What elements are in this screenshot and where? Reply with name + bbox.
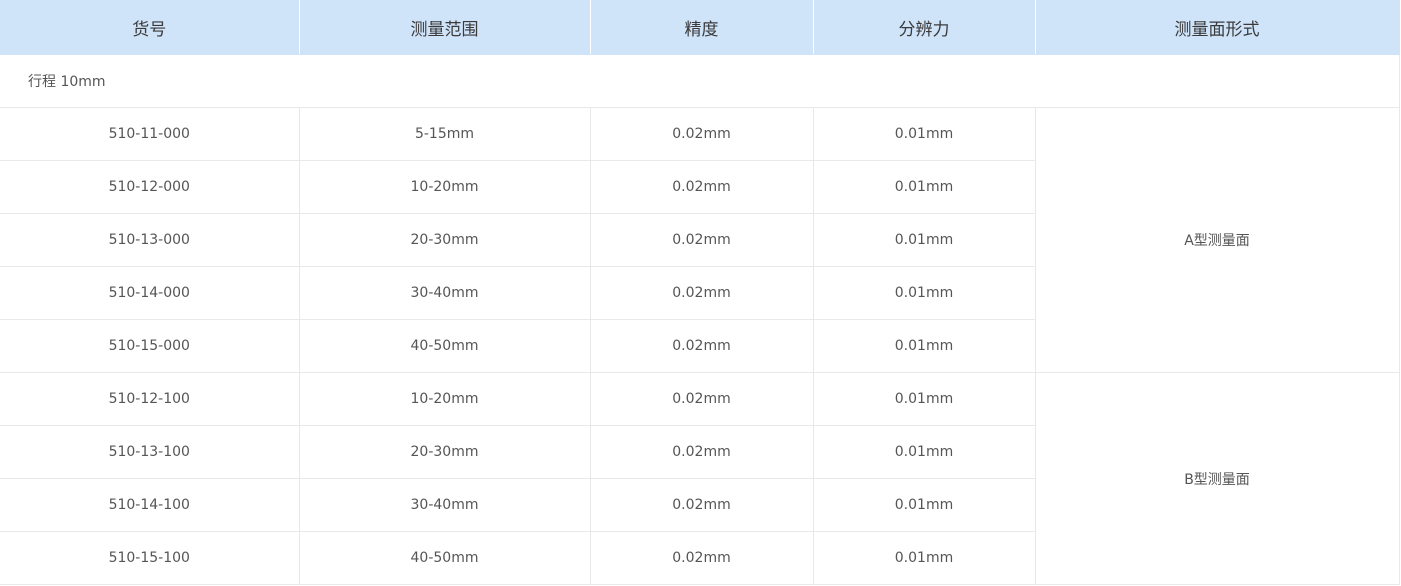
cell-accuracy: 0.02mm	[590, 160, 814, 214]
cell-item-number: 510-14-100	[0, 478, 300, 532]
cell-measuring-range: 20-30mm	[299, 425, 591, 479]
cell-item-number: 510-13-000	[0, 213, 300, 267]
cell-item-number: 510-12-000	[0, 160, 300, 214]
cell-accuracy: 0.02mm	[590, 478, 814, 532]
cell-accuracy: 0.02mm	[590, 319, 814, 373]
header-row: 货号 测量范围 精度 分辨力 测量面形式	[0, 0, 1400, 55]
cell-measuring-range: 20-30mm	[299, 213, 591, 267]
cell-measuring-face: B型测量面	[1035, 372, 1400, 585]
group-label: 行程 10mm	[0, 54, 1400, 108]
cell-item-number: 510-14-000	[0, 266, 300, 320]
cell-accuracy: 0.02mm	[590, 213, 814, 267]
cell-resolution: 0.01mm	[813, 160, 1036, 214]
cell-resolution: 0.01mm	[813, 425, 1036, 479]
cell-item-number: 510-12-100	[0, 372, 300, 426]
cell-resolution: 0.01mm	[813, 372, 1036, 426]
cell-measuring-range: 30-40mm	[299, 266, 591, 320]
cell-resolution: 0.01mm	[813, 319, 1036, 373]
cell-resolution: 0.01mm	[813, 107, 1036, 161]
header-measuring-face: 测量面形式	[1035, 0, 1400, 55]
cell-measuring-range: 40-50mm	[299, 531, 591, 585]
cell-measuring-face: A型测量面	[1035, 107, 1400, 373]
cell-measuring-range: 30-40mm	[299, 478, 591, 532]
cell-item-number: 510-11-000	[0, 107, 300, 161]
cell-measuring-range: 40-50mm	[299, 319, 591, 373]
cell-measuring-range: 5-15mm	[299, 107, 591, 161]
cell-resolution: 0.01mm	[813, 531, 1036, 585]
cell-item-number: 510-13-100	[0, 425, 300, 479]
cell-accuracy: 0.02mm	[590, 531, 814, 585]
header-resolution: 分辨力	[813, 0, 1036, 55]
cell-item-number: 510-15-000	[0, 319, 300, 373]
cell-accuracy: 0.02mm	[590, 372, 814, 426]
cell-item-number: 510-15-100	[0, 531, 300, 585]
cell-accuracy: 0.02mm	[590, 266, 814, 320]
cell-resolution: 0.01mm	[813, 213, 1036, 267]
spec-table: 货号 测量范围 精度 分辨力 测量面形式 行程 10mm 510-11-000 …	[0, 0, 1400, 585]
header-item-number: 货号	[0, 0, 300, 55]
cell-measuring-range: 10-20mm	[299, 160, 591, 214]
cell-resolution: 0.01mm	[813, 266, 1036, 320]
table-row: 510-12-100 10-20mm 0.02mm 0.01mm B型测量面	[0, 372, 1400, 585]
table-row: 510-11-000 5-15mm 0.02mm 0.01mm A型测量面	[0, 107, 1400, 373]
group-row: 行程 10mm	[0, 54, 1400, 108]
cell-accuracy: 0.02mm	[590, 107, 814, 161]
cell-measuring-range: 10-20mm	[299, 372, 591, 426]
cell-resolution: 0.01mm	[813, 478, 1036, 532]
cell-accuracy: 0.02mm	[590, 425, 814, 479]
header-accuracy: 精度	[590, 0, 814, 55]
header-measuring-range: 测量范围	[299, 0, 591, 55]
